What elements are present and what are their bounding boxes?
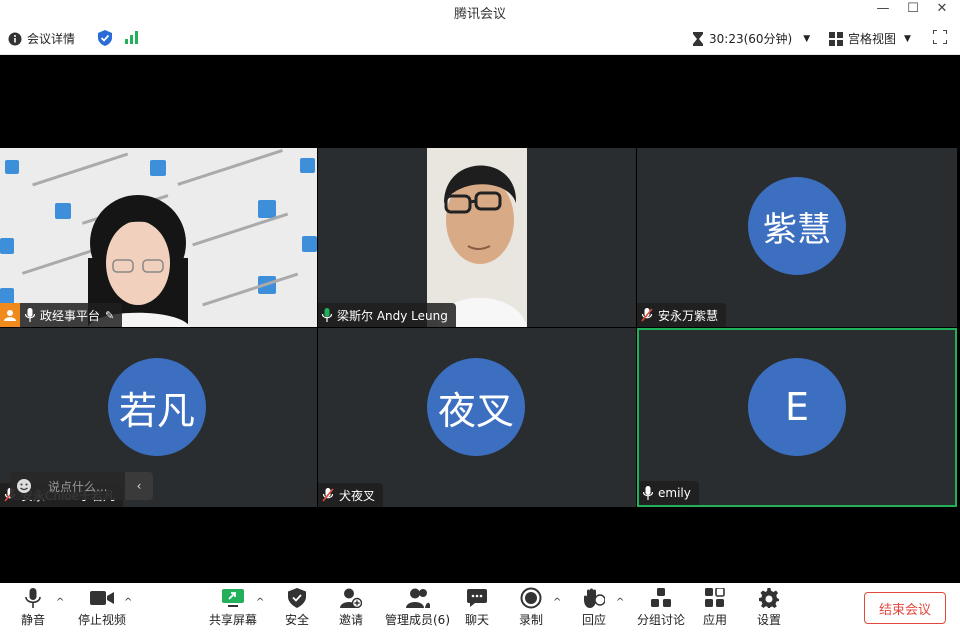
close-button[interactable]: ✕: [927, 0, 957, 20]
share-screen-label: 共享屏幕: [209, 613, 258, 627]
apps-grid-icon: [705, 587, 725, 609]
chevron-up-icon[interactable]: ^: [124, 597, 132, 608]
microphone-icon: [322, 308, 332, 322]
view-mode-label: 宫格视图: [848, 32, 897, 46]
participant-name: emily: [658, 486, 691, 500]
timer-label: 30:23(60分钟): [709, 32, 793, 46]
record-button[interactable]: 录制: [519, 587, 543, 628]
participant-tile[interactable]: 夜叉 犬夜叉: [318, 328, 636, 507]
microphone-icon: [643, 486, 653, 500]
breakout-icon: [651, 587, 671, 609]
participant-nameplate: 犬夜叉: [318, 483, 384, 507]
participant-tile[interactable]: 紫慧 安永万紫慧: [637, 148, 957, 327]
microphone-muted-icon: [322, 488, 334, 502]
avatar: E: [748, 358, 846, 456]
meeting-toolbar: 静音 ^ 停止视频 ^ 共享屏幕 ^ 安全 邀请 管理成员(6) 聊天 录制 ^…: [0, 583, 960, 633]
avatar: 紫慧: [748, 177, 846, 275]
participant-name: 犬夜叉: [339, 488, 376, 503]
participant-video: [0, 148, 317, 327]
participant-tile[interactable]: 梁斯尔 Andy Leung: [318, 148, 636, 327]
apps-button[interactable]: 应用: [703, 587, 727, 628]
manage-members-label: 管理成员(6): [385, 613, 450, 627]
security-label: 安全: [285, 613, 310, 627]
meeting-info-bar: 会议详情 30:23(60分钟) ▼ 宫格视图 ▼: [0, 24, 960, 55]
video-stage: 政经事平台 ✎ 梁斯尔 Andy Leung 紫慧 安永万紫慧 若凡 夜叉 犬夜…: [0, 55, 960, 583]
signal-strength-icon[interactable]: [125, 30, 139, 44]
chevron-up-icon[interactable]: ^: [616, 597, 624, 608]
pencil-icon: ✎: [105, 308, 115, 322]
participant-tile-active[interactable]: E emily: [637, 328, 957, 507]
chat-bubble-icon: [467, 587, 487, 609]
add-user-icon: [340, 587, 362, 609]
hourglass-icon: [693, 31, 703, 46]
record-label: 录制: [519, 613, 544, 627]
chevron-up-icon[interactable]: ^: [553, 597, 561, 608]
view-mode-button[interactable]: 宫格视图 ▼: [829, 30, 911, 47]
chevron-down-icon: ▼: [803, 33, 811, 44]
record-icon: [520, 587, 542, 609]
apps-label: 应用: [703, 613, 728, 627]
participant-nameplate: 安永万紫慧: [637, 303, 727, 327]
reaction-hand-icon: [583, 587, 605, 609]
microphone-icon: [25, 308, 35, 322]
camera-icon: [90, 587, 114, 609]
mute-button[interactable]: 静音: [21, 587, 45, 628]
participant-tile[interactable]: 政经事平台 ✎: [0, 148, 317, 327]
reactions-label: 回应: [582, 613, 607, 627]
share-screen-icon: [222, 587, 244, 609]
gear-icon: [759, 587, 779, 609]
participant-nameplate: 梁斯尔 Andy Leung: [318, 303, 456, 327]
members-icon: [405, 587, 430, 609]
security-button[interactable]: 安全: [285, 587, 309, 628]
end-meeting-button[interactable]: 结束会议: [864, 592, 946, 624]
participant-video: [318, 148, 636, 327]
participant-nameplate: 政经事平台 ✎: [0, 303, 123, 327]
microphone-icon: [25, 587, 41, 609]
title-bar: 腾讯会议 — ☐ ✕: [0, 0, 960, 24]
stop-video-label: 停止视频: [78, 613, 127, 627]
participant-name: 安永万紫慧: [658, 308, 719, 323]
chat-button[interactable]: 聊天: [465, 587, 489, 628]
minimize-button[interactable]: —: [868, 0, 898, 20]
chevron-down-icon: ▼: [904, 33, 911, 44]
reactions-button[interactable]: 回应: [582, 587, 606, 628]
settings-label: 设置: [757, 613, 782, 627]
meeting-details-label: 会议详情: [27, 32, 76, 46]
meeting-details-button[interactable]: 会议详情: [8, 30, 75, 47]
window-title: 腾讯会议: [453, 7, 506, 22]
avatar: 若凡: [108, 358, 206, 456]
manage-members-button[interactable]: 管理成员(6): [385, 587, 450, 628]
chevron-up-icon[interactable]: ^: [256, 597, 264, 608]
grid-view-icon: [829, 31, 843, 46]
collapse-chat-button[interactable]: ‹: [125, 472, 153, 500]
share-screen-button[interactable]: 共享屏幕: [209, 587, 257, 628]
participant-name: 政经事平台: [40, 308, 101, 323]
meeting-timer[interactable]: 30:23(60分钟) ▼: [692, 30, 810, 47]
host-icon: [0, 303, 20, 327]
quick-chat-box[interactable]: 说点什么... ‹: [10, 472, 153, 500]
fullscreen-icon[interactable]: [933, 30, 947, 44]
stop-video-button[interactable]: 停止视频: [78, 587, 126, 628]
maximize-button[interactable]: ☐: [898, 0, 928, 20]
settings-button[interactable]: 设置: [757, 587, 781, 628]
shield-icon: [288, 587, 306, 609]
invite-label: 邀请: [339, 613, 364, 627]
breakout-label: 分组讨论: [637, 613, 686, 627]
microphone-muted-icon: [641, 308, 653, 322]
participant-nameplate: emily: [639, 481, 699, 505]
chat-label: 聊天: [465, 613, 490, 627]
breakout-rooms-button[interactable]: 分组讨论: [637, 587, 685, 628]
security-shield-icon[interactable]: [98, 30, 112, 46]
avatar: 夜叉: [427, 358, 525, 456]
invite-button[interactable]: 邀请: [339, 587, 363, 628]
chevron-up-icon[interactable]: ^: [56, 597, 64, 608]
mute-label: 静音: [21, 613, 46, 627]
chat-input[interactable]: 说点什么...: [38, 478, 107, 495]
emoji-icon[interactable]: [10, 478, 38, 494]
participant-name: 梁斯尔 Andy Leung: [337, 308, 448, 323]
info-icon: [8, 32, 22, 45]
